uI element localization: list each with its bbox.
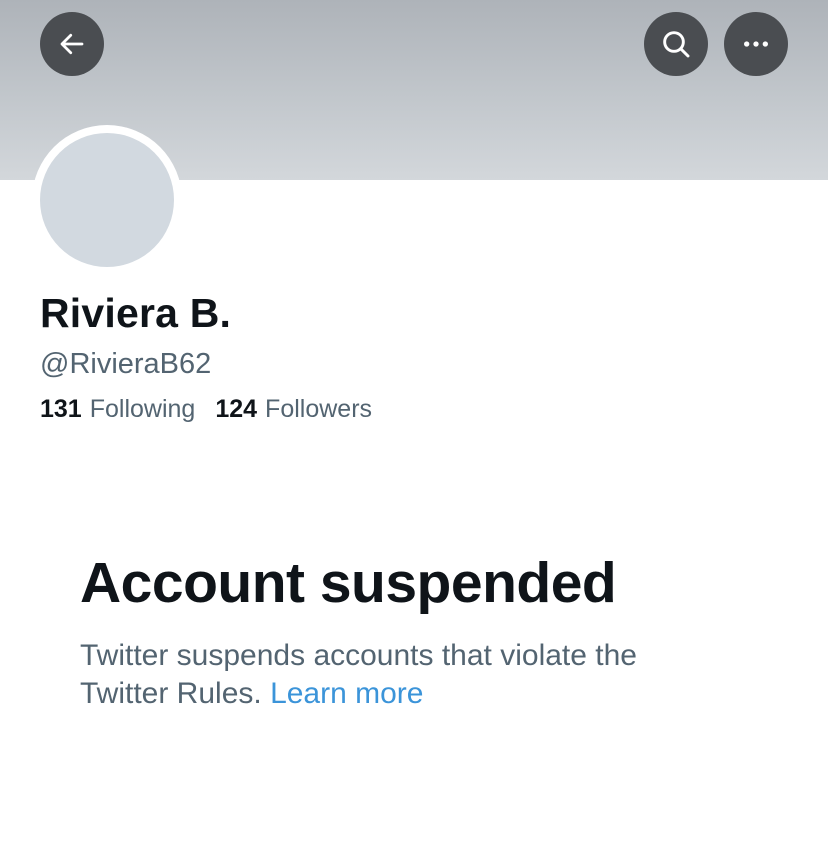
suspension-description: Twitter suspends accounts that violate t… [80, 637, 760, 713]
display-name: Riviera B. [40, 290, 232, 336]
followers-count: 124 [215, 395, 258, 423]
follow-stats: 131 Following 124 Followers [40, 395, 372, 424]
back-button[interactable] [40, 12, 104, 76]
following-stat[interactable]: 131 Following [40, 395, 195, 424]
avatar[interactable] [40, 133, 174, 267]
user-handle: @RivieraB62 [40, 348, 212, 380]
followers-label: Followers [265, 395, 373, 423]
following-label: Following [89, 395, 196, 423]
followers-stat[interactable]: 124 Followers [215, 395, 372, 424]
search-button[interactable] [644, 12, 708, 76]
more-horizontal-icon [744, 41, 768, 47]
arrow-left-icon [60, 33, 84, 55]
more-options-button[interactable] [724, 12, 788, 76]
following-count: 131 [40, 395, 82, 423]
suspension-text-line-1: Twitter suspends accounts that violate t… [80, 639, 637, 672]
profile-page: Riviera B. @RivieraB62 131 Following 124… [0, 0, 828, 844]
search-icon [663, 31, 690, 58]
avatar-ring [32, 125, 182, 275]
suspension-text-line-2: Twitter Rules. [80, 677, 262, 710]
suspension-title: Account suspended [80, 551, 617, 615]
learn-more-link[interactable]: Learn more [270, 677, 423, 710]
